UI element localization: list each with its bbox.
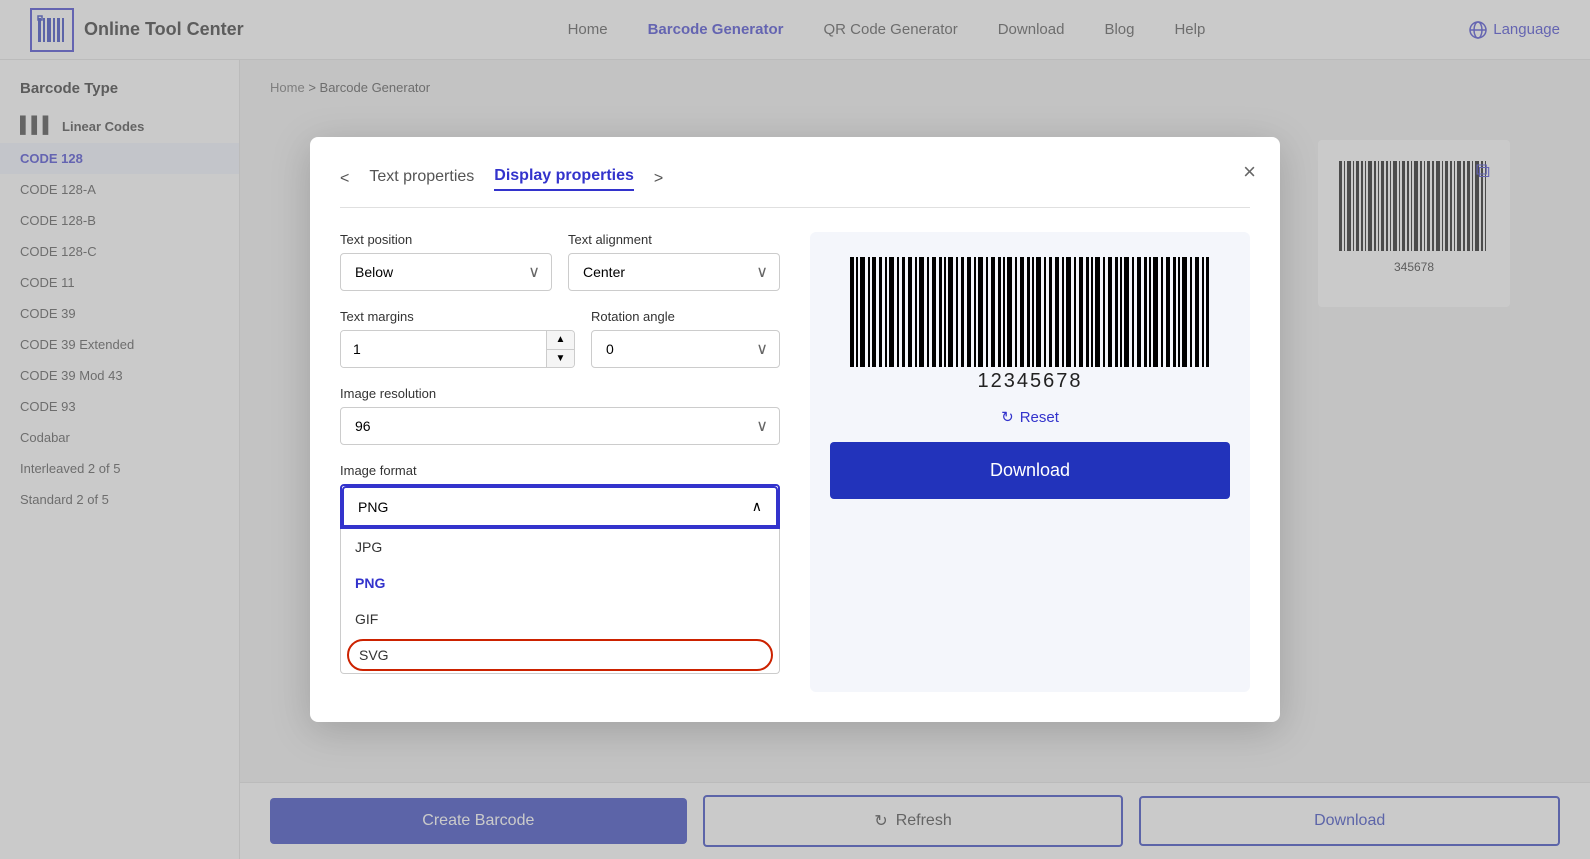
rotation-angle-group: Rotation angle 0 90 180 270 bbox=[591, 309, 780, 368]
modal-close-button[interactable]: × bbox=[1243, 159, 1256, 185]
rotation-angle-label: Rotation angle bbox=[591, 309, 780, 324]
rotation-angle-select[interactable]: 0 90 180 270 bbox=[591, 330, 780, 368]
barcode-preview-svg: 12345678 bbox=[840, 252, 1220, 392]
reset-label: Reset bbox=[1020, 409, 1059, 426]
text-alignment-select-wrapper: Left Center Right bbox=[568, 253, 780, 291]
modal-overlay[interactable]: < Text properties Display properties > ×… bbox=[0, 0, 1590, 859]
image-resolution-group: Image resolution 96 150 300 bbox=[340, 386, 780, 445]
image-resolution-select-wrapper: 96 150 300 bbox=[340, 407, 780, 445]
barcode-preview-container: 12345678 bbox=[840, 252, 1220, 392]
text-position-label: Text position bbox=[340, 232, 552, 247]
reset-icon: ↻ bbox=[1001, 408, 1014, 426]
image-format-dropdown: JPG PNG GIF SVG bbox=[340, 529, 780, 674]
tab-text-properties[interactable]: Text properties bbox=[369, 168, 474, 190]
modal-prev-arrow[interactable]: < bbox=[340, 170, 349, 188]
rotation-angle-select-wrapper: 0 90 180 270 bbox=[591, 330, 780, 368]
text-margins-stepper: ▲ ▼ bbox=[340, 330, 575, 368]
form-row-1: Text position Above Below None Text alig… bbox=[340, 232, 780, 309]
image-format-select-open: PNG ∧ bbox=[340, 484, 780, 529]
text-alignment-label: Text alignment bbox=[568, 232, 780, 247]
reset-button[interactable]: ↻ Reset bbox=[1001, 408, 1059, 426]
text-margins-label: Text margins bbox=[340, 309, 575, 324]
format-option-jpg[interactable]: JPG bbox=[341, 529, 779, 565]
text-margins-input[interactable] bbox=[341, 331, 546, 367]
text-alignment-group: Text alignment Left Center Right bbox=[568, 232, 780, 291]
stepper-up-button[interactable]: ▲ bbox=[546, 331, 574, 350]
stepper-buttons: ▲ ▼ bbox=[546, 331, 574, 367]
text-alignment-select[interactable]: Left Center Right bbox=[568, 253, 780, 291]
form-row-2: Text margins ▲ ▼ Rotation angle bbox=[340, 309, 780, 386]
text-position-select-wrapper: Above Below None bbox=[340, 253, 552, 291]
format-option-svg[interactable]: SVG bbox=[349, 641, 771, 669]
tab-display-properties[interactable]: Display properties bbox=[494, 167, 634, 191]
svg-text:12345678: 12345678 bbox=[978, 370, 1083, 392]
image-resolution-select[interactable]: 96 150 300 bbox=[340, 407, 780, 445]
format-option-gif[interactable]: GIF bbox=[341, 601, 779, 637]
stepper-down-button[interactable]: ▼ bbox=[546, 350, 574, 368]
modal-header: < Text properties Display properties > × bbox=[340, 167, 1250, 208]
text-margins-group: Text margins ▲ ▼ bbox=[340, 309, 575, 368]
format-option-svg-wrapper: SVG bbox=[341, 637, 779, 673]
image-format-value: PNG bbox=[358, 499, 388, 515]
format-option-png[interactable]: PNG bbox=[341, 565, 779, 601]
text-position-group: Text position Above Below None bbox=[340, 232, 552, 291]
image-format-group: Image format PNG ∧ JPG PNG GIF SVG bbox=[340, 463, 780, 674]
modal-form: Text position Above Below None Text alig… bbox=[340, 232, 780, 692]
text-position-select[interactable]: Above Below None bbox=[340, 253, 552, 291]
image-resolution-label: Image resolution bbox=[340, 386, 780, 401]
chevron-up-icon: ∧ bbox=[752, 498, 762, 515]
image-format-label: Image format bbox=[340, 463, 780, 478]
download-modal-button[interactable]: Download bbox=[830, 442, 1230, 499]
image-format-open-trigger[interactable]: PNG ∧ bbox=[342, 486, 778, 527]
modal-preview: 12345678 ↻ Reset Download bbox=[810, 232, 1250, 692]
modal-next-arrow[interactable]: > bbox=[654, 170, 663, 188]
modal-body: Text position Above Below None Text alig… bbox=[340, 232, 1250, 692]
modal: < Text properties Display properties > ×… bbox=[310, 137, 1280, 722]
